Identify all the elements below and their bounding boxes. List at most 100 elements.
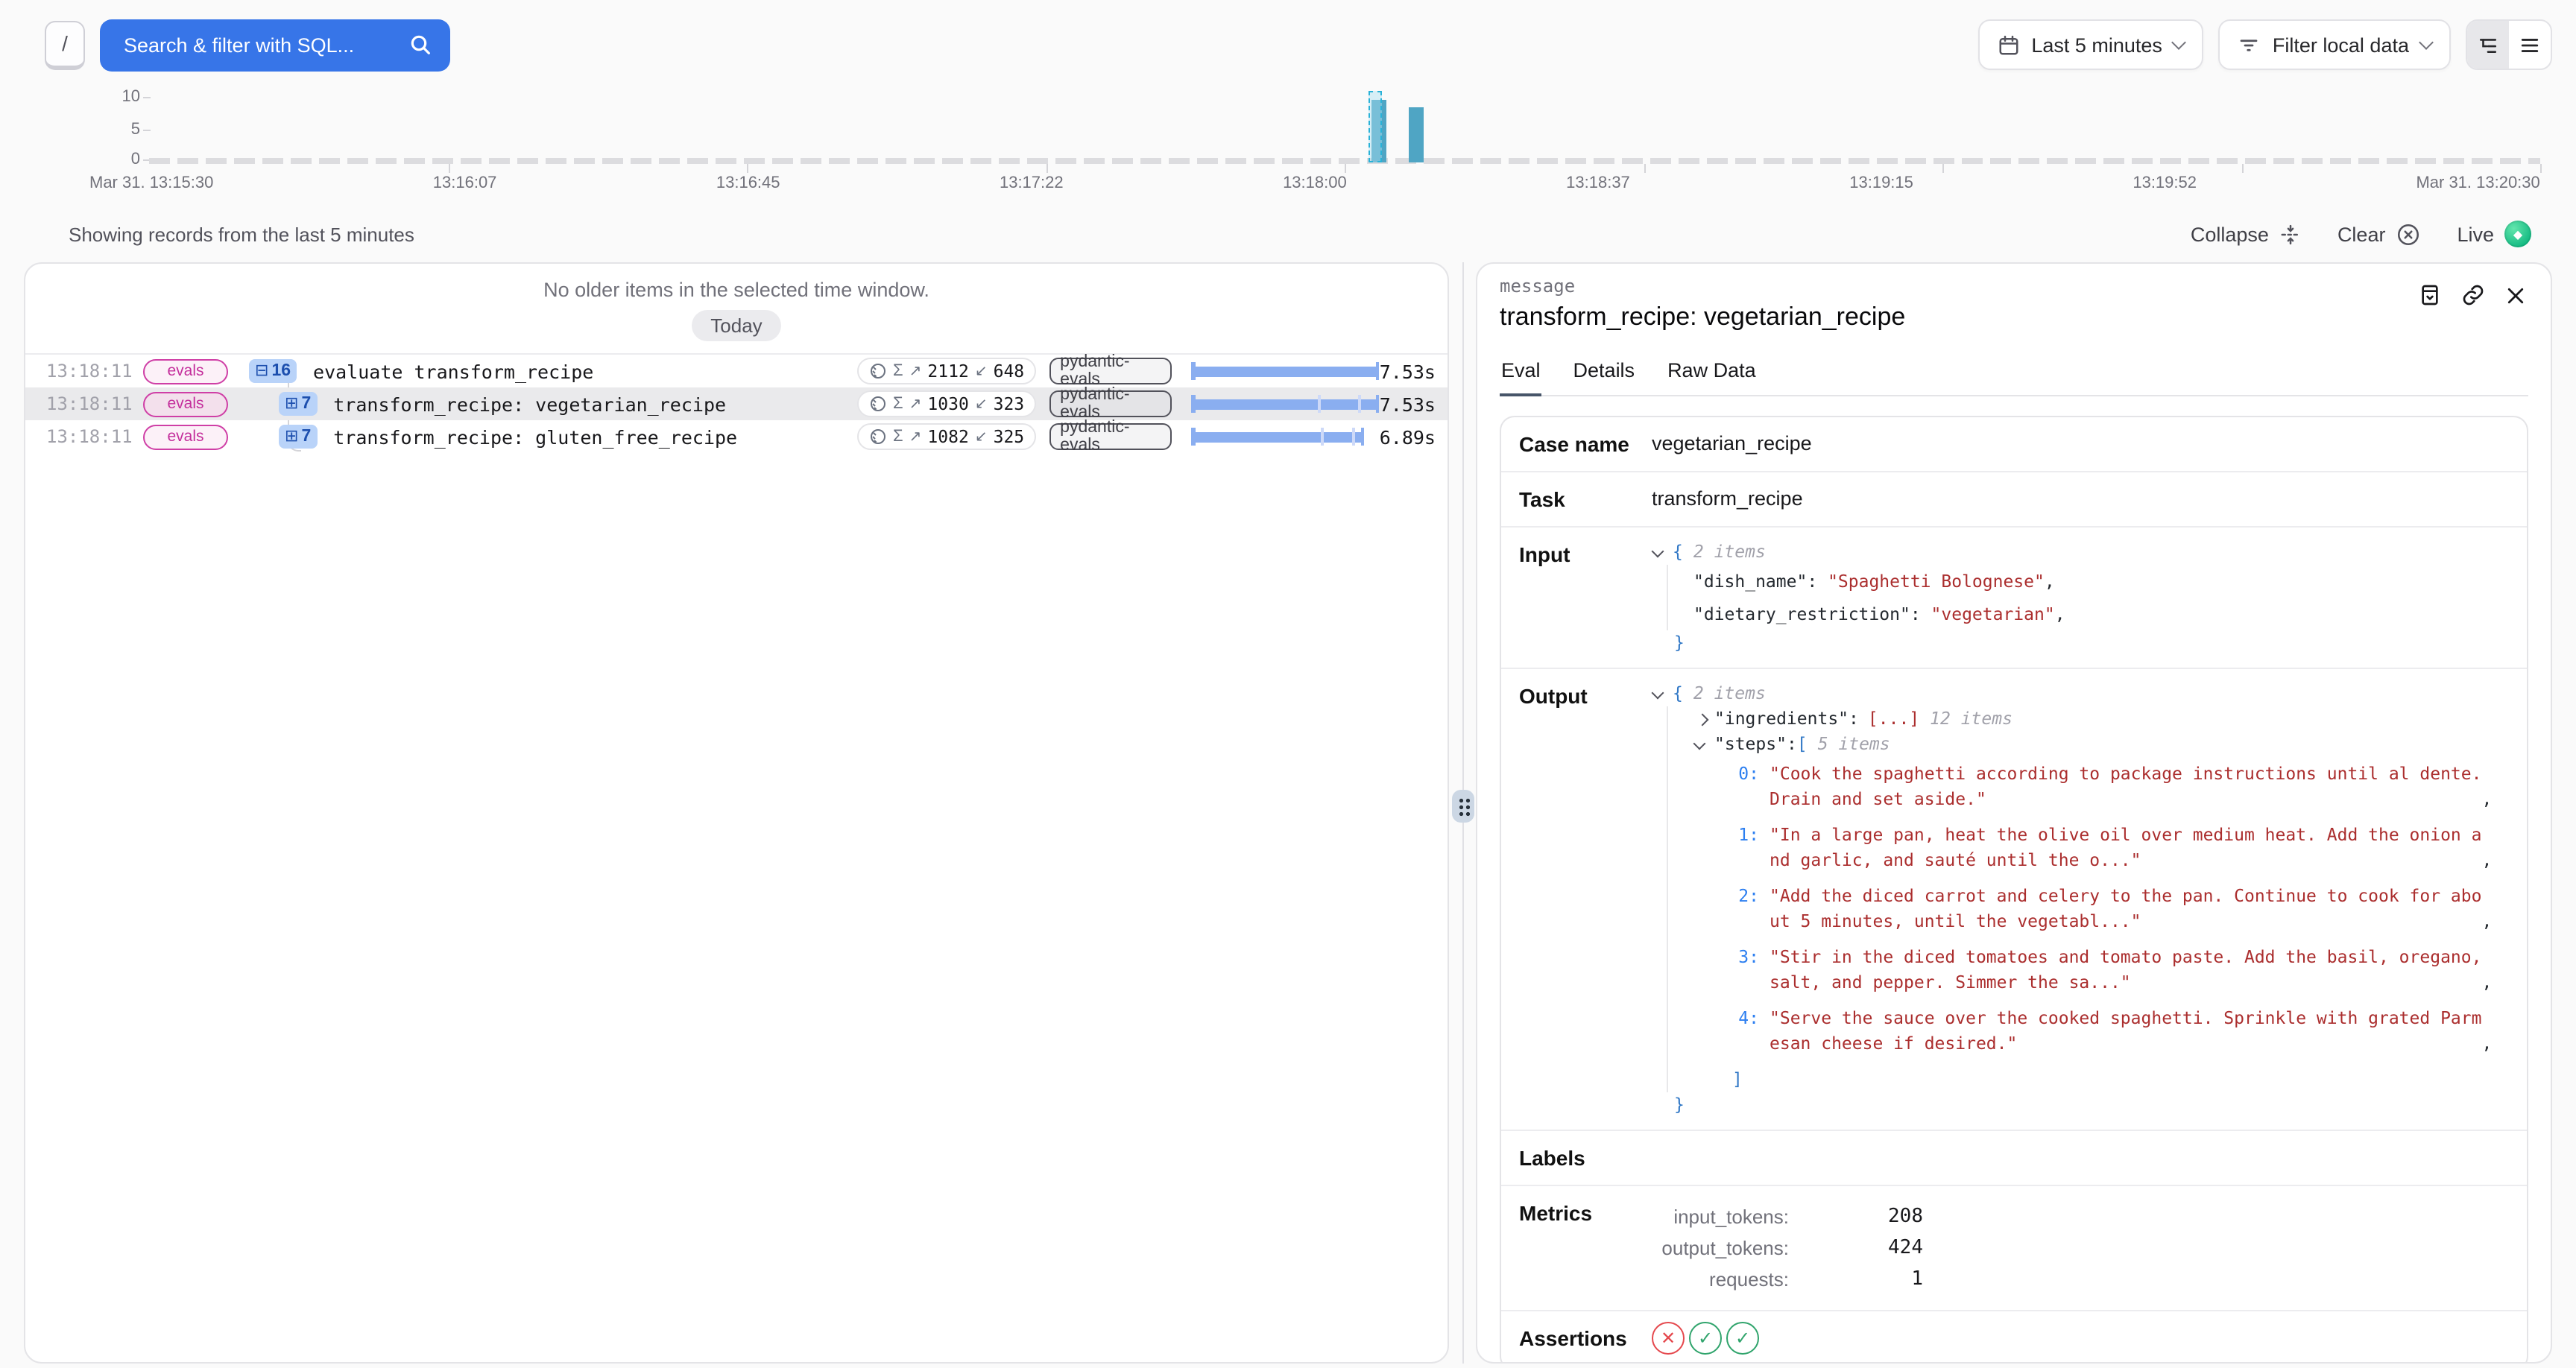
- status-actions: Collapse Clear Live: [2191, 221, 2531, 247]
- list-item: 1:"In a large pan, heat the olive oil ov…: [1723, 823, 2492, 872]
- input-tokens-count: 2112: [927, 361, 968, 381]
- token-usage-pill: Σ ↗ 2112 ↙ 648: [857, 358, 1036, 384]
- row-timestamp: 13:18:11: [46, 393, 116, 414]
- chevron-down-icon: [2419, 34, 2434, 49]
- span-count-toggle[interactable]: ⊟ 16: [249, 359, 297, 383]
- json-comma: ,: [2481, 969, 2492, 994]
- metric-name: output_tokens:: [1652, 1232, 1789, 1264]
- grip-dots-icon: [1457, 797, 1469, 816]
- json-string-value: "Add the diced carrot and celery to the …: [1770, 884, 2481, 933]
- list-item: 0:"Cook the spaghetti according to packa…: [1723, 761, 2492, 811]
- panel-header-actions: [2418, 283, 2527, 307]
- json-comma: ,: [2481, 847, 2492, 872]
- input-json-viewer: { 2 items "dish_name": "Spaghetti Bologn…: [1652, 539, 2065, 656]
- view-toggle-group: [2466, 19, 2552, 70]
- live-toggle[interactable]: Live ◆: [2457, 221, 2531, 247]
- x-axis-tick: [1942, 164, 1944, 173]
- tab-raw-data[interactable]: Raw Data: [1666, 359, 1758, 395]
- steps-list: 0:"Cook the spaghetti according to packa…: [1710, 761, 2492, 1055]
- close-icon[interactable]: [2504, 284, 2527, 306]
- x-axis-tick: [2241, 164, 2243, 173]
- tab-details[interactable]: Details: [1572, 359, 1637, 395]
- scope-badge: pydantic-evals: [1049, 390, 1172, 417]
- json-string-value: "In a large pan, heat the olive oil over…: [1770, 823, 2481, 872]
- service-badge: evals: [143, 424, 228, 449]
- span-count-toggle[interactable]: ⊞ 7: [279, 392, 317, 416]
- timeline-bar[interactable]: [1409, 107, 1424, 162]
- table-row[interactable]: 13:18:11 evals ⊞ 7 transform_recipe: glu…: [25, 420, 1448, 453]
- input-tokens-arrow-icon: ↗: [909, 428, 922, 445]
- assertion-fail-icon: ✕: [1652, 1322, 1685, 1355]
- row-timestamp: 13:18:11: [46, 426, 116, 447]
- collapse-button[interactable]: Collapse: [2191, 223, 2302, 245]
- duration-bar: [1192, 366, 1380, 376]
- metric-name: input_tokens:: [1652, 1201, 1789, 1232]
- json-brace: {: [1673, 681, 1683, 706]
- list-item: 3:"Stir in the diced tomatoes and tomato…: [1723, 945, 2492, 994]
- json-comma: ,: [2481, 908, 2492, 933]
- json-collapsed-preview: [...]: [1868, 706, 1919, 732]
- detail-panel: message transform_recipe: vegetarian_rec…: [1476, 262, 2552, 1364]
- filter-icon: [2238, 34, 2261, 56]
- json-colon: :: [1807, 571, 1828, 592]
- field-label: Input: [1519, 539, 1652, 566]
- y-axis-tick-label: 5: [66, 121, 140, 139]
- assertions-row: Assertions ✕✓✓: [1501, 1311, 2527, 1364]
- json-key: "steps": [1714, 732, 1787, 757]
- case-name-row: Case name vegetarian_recipe: [1501, 417, 2527, 472]
- top-bar: / Search & filter with SQL... Last 5 min…: [45, 18, 2552, 72]
- table-row[interactable]: 13:18:11 evals ⊟ 16 evaluate transform_r…: [25, 355, 1448, 387]
- duration-bar-track: [1192, 362, 1380, 380]
- json-index: 4:: [1723, 1006, 1759, 1030]
- time-range-label: Last 5 minutes: [2031, 34, 2162, 56]
- metric-value: 1: [1789, 1264, 1923, 1295]
- json-key: "dish_name": [1693, 571, 1807, 592]
- caret-down-icon[interactable]: [1652, 545, 1664, 557]
- today-pill[interactable]: Today: [691, 310, 781, 341]
- token-usage-pill: Σ ↗ 1082 ↙ 325: [857, 423, 1036, 450]
- metric-name: requests:: [1652, 1264, 1789, 1295]
- case-name-value: vegetarian_recipe: [1652, 432, 1812, 455]
- list-view-toggle[interactable]: [2509, 21, 2551, 69]
- scope-badge: pydantic-evals: [1049, 423, 1172, 450]
- caret-right-icon[interactable]: [1696, 713, 1709, 726]
- table-row[interactable]: 13:18:11 evals ⊞ 7 transform_recipe: veg…: [25, 387, 1448, 420]
- clear-button[interactable]: Clear: [2337, 221, 2422, 247]
- timeline-chart[interactable]: 10 5 0 Mar 31. 13:15:3013:16:0713:16:451…: [45, 85, 2540, 198]
- json-string-value: "Cook the spaghetti according to package…: [1770, 761, 2481, 811]
- tokens-coin-icon: [869, 395, 887, 413]
- app-window: / Search & filter with SQL... Last 5 min…: [0, 0, 2576, 1368]
- json-comma: ,: [2481, 786, 2492, 811]
- json-entry: "dish_name": "Spaghetti Bolognese",: [1693, 565, 2065, 598]
- caret-down-icon[interactable]: [1652, 686, 1664, 699]
- input-tokens-count: 1082: [927, 426, 968, 447]
- tree-view-icon: [2478, 35, 2498, 54]
- duration-bar-track: [1192, 428, 1380, 446]
- live-label: Live: [2457, 223, 2494, 245]
- json-items-note: 2 items: [1693, 539, 1766, 565]
- filter-local-data-dropdown[interactable]: Filter local data: [2219, 19, 2451, 70]
- metric-item: input_tokens:208: [1652, 1201, 1923, 1232]
- list-item: 4:"Serve the sauce over the cooked spagh…: [1723, 1006, 2492, 1055]
- tree-view-toggle[interactable]: [2467, 21, 2509, 69]
- span-count-toggle[interactable]: ⊞ 7: [279, 425, 317, 449]
- search-input[interactable]: Search & filter with SQL...: [100, 19, 450, 71]
- caret-down-icon[interactable]: [1693, 737, 1706, 750]
- eval-detail-card: Case name vegetarian_recipe Task transfo…: [1500, 416, 2528, 1364]
- json-string-value: "Stir in the diced tomatoes and tomato p…: [1770, 945, 2481, 994]
- calendar-icon: [1997, 34, 2019, 56]
- metrics-row: Metrics input_tokens:208 output_tokens:4…: [1501, 1186, 2527, 1311]
- json-string-value: "vegetarian": [1931, 604, 2055, 624]
- task-value: transform_recipe: [1652, 487, 1803, 510]
- metric-item: requests:1: [1652, 1264, 1923, 1295]
- panel-resize-handle[interactable]: [1452, 790, 1474, 823]
- collapse-label: Collapse: [2191, 223, 2269, 245]
- link-icon[interactable]: [2461, 283, 2485, 307]
- tab-eval[interactable]: Eval: [1500, 359, 1542, 396]
- time-range-dropdown[interactable]: Last 5 minutes: [1977, 19, 2204, 70]
- output-tokens-arrow-icon: ↙: [975, 396, 988, 412]
- x-axis-tick-label: 13:16:45: [716, 174, 780, 192]
- collapse-toggle-icon: ⊟: [255, 363, 268, 379]
- archive-icon[interactable]: [2418, 283, 2442, 307]
- x-axis-tick-label: Mar 31. 13:20:30: [2416, 174, 2539, 192]
